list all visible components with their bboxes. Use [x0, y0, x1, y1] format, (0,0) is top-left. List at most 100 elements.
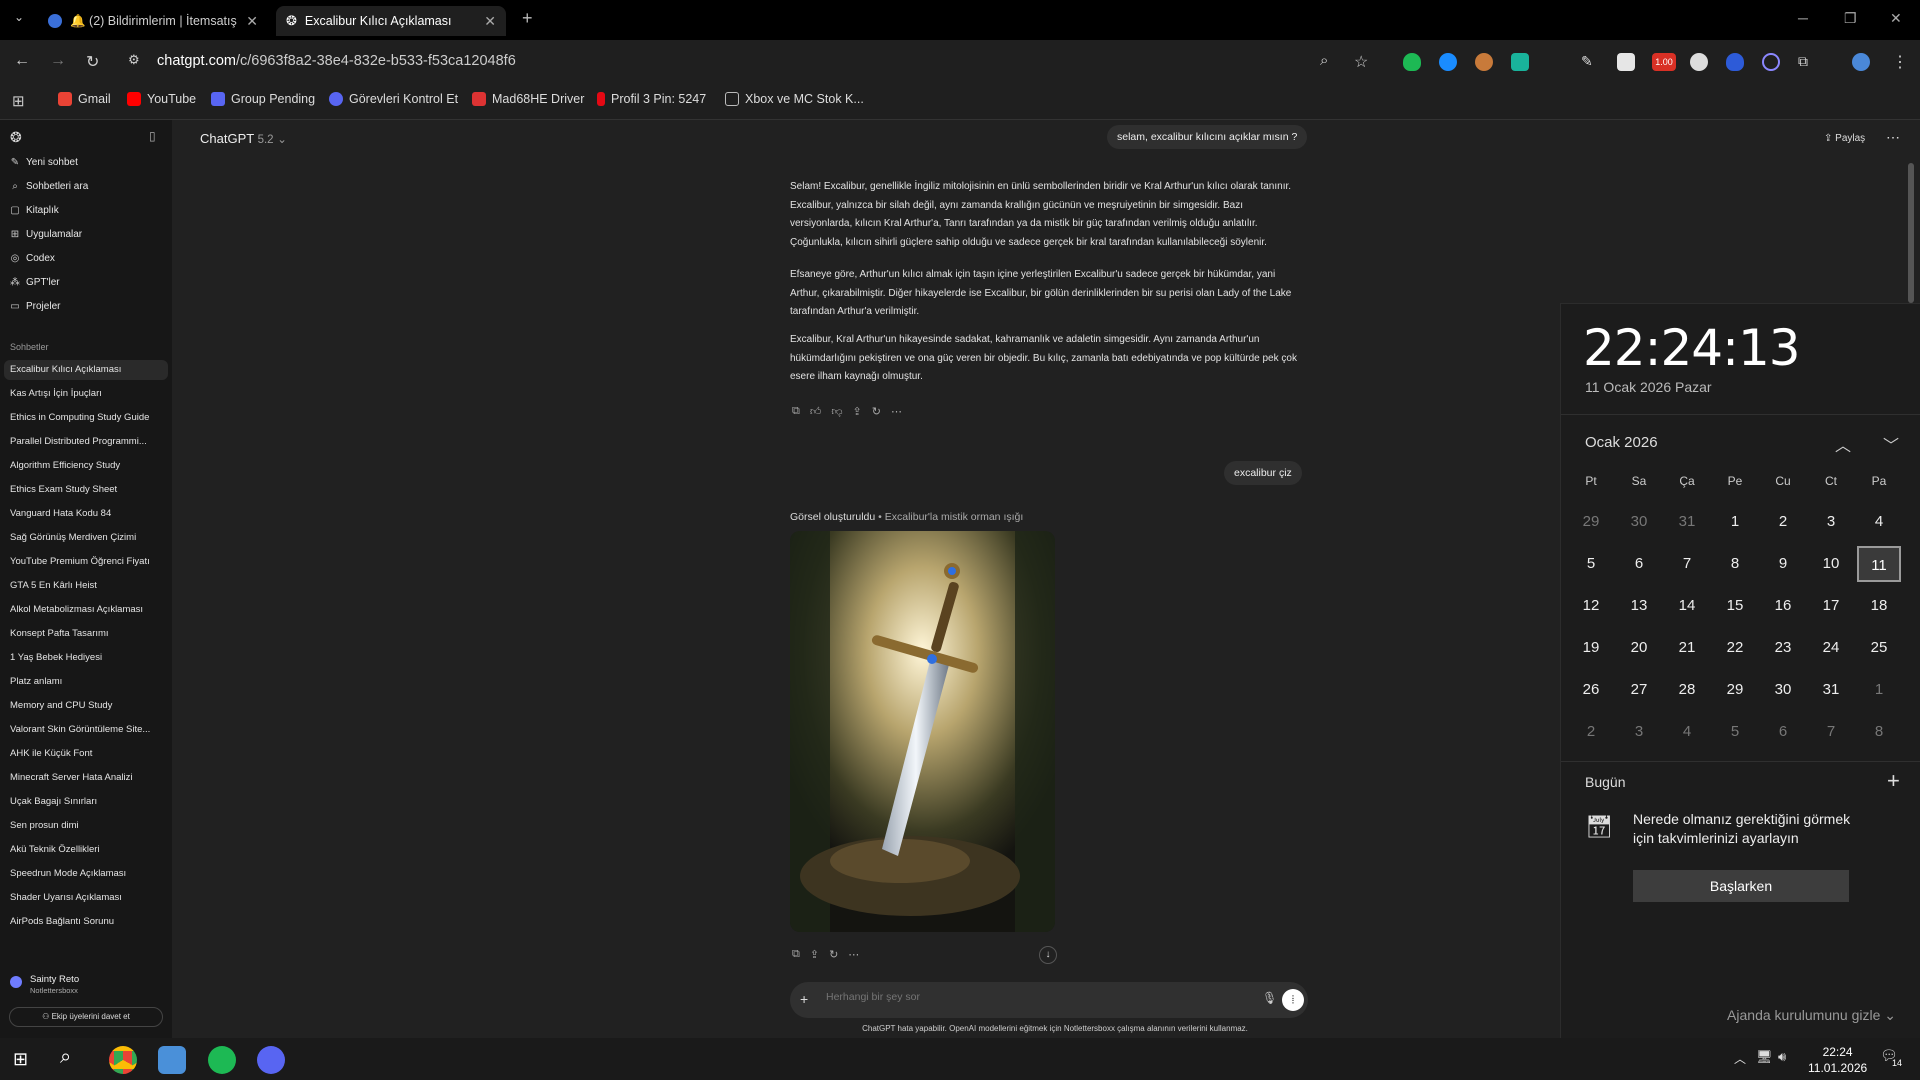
browser-menu-icon[interactable]: ⋮ [1892, 52, 1908, 72]
bookmark-folder-xbox[interactable]: Xbox ve MC Stok K... [725, 92, 864, 106]
chat-history-item[interactable]: Ethics in Computing Study Guide [10, 408, 165, 428]
next-month-chevron-down-icon[interactable]: ﹀ [1883, 432, 1899, 456]
calendar-day[interactable]: 7 [1809, 714, 1853, 750]
tab-itemsatis[interactable]: 🔔 (2) Bildirimlerim | İtemsatış ✕ [38, 6, 268, 36]
calendar-day[interactable]: 12 [1569, 588, 1613, 624]
get-started-button[interactable]: Başlarken [1633, 870, 1849, 902]
spotify-icon[interactable] [208, 1046, 236, 1074]
plus-icon[interactable]: + [800, 991, 808, 1007]
calendar-day[interactable]: 5 [1713, 714, 1757, 750]
calendar-day[interactable]: 27 [1617, 672, 1661, 708]
calendar-day[interactable]: 14 [1665, 588, 1709, 624]
hide-agenda-link[interactable]: Ajanda kurulumunu gizle ⌄ [1727, 1007, 1896, 1024]
microphone-icon[interactable]: 🎙︎ [1262, 991, 1277, 1005]
bookmark-group-pending[interactable]: Group Pending [211, 92, 315, 106]
calendar-day[interactable]: 17 [1809, 588, 1853, 624]
calendar-day[interactable]: 18 [1857, 588, 1901, 624]
close-icon[interactable]: ✕ [484, 13, 496, 30]
calendar-day[interactable]: 20 [1617, 630, 1661, 666]
chat-history-item[interactable]: AHK ile Küçük Font [10, 744, 165, 764]
calendar-day[interactable]: 6 [1617, 546, 1661, 582]
reload-icon[interactable]: ↻ [86, 52, 99, 72]
extensions-puzzle-icon[interactable]: ⧉ [1798, 53, 1816, 71]
chat-history-item[interactable]: GTA 5 En Kârlı Heist [10, 576, 165, 596]
chat-history-item[interactable]: Alkol Metabolizması Açıklaması [10, 600, 165, 620]
calendar-day[interactable]: 26 [1569, 672, 1613, 708]
calendar-day[interactable]: 6 [1761, 714, 1805, 750]
chat-history-item[interactable]: AirPods Bağlantı Sorunu [10, 912, 165, 932]
chat-history-item[interactable]: Speedrun Mode Açıklaması [10, 864, 165, 884]
sidebar-item-new-chat[interactable]: ✎ Yeni sohbet [10, 152, 78, 172]
calendar-day[interactable]: 23 [1761, 630, 1805, 666]
chat-history-item[interactable]: Platz anlamı [10, 672, 165, 692]
calendar-day[interactable]: 7 [1665, 546, 1709, 582]
model-selector[interactable]: ChatGPT 5.2 ⌄ [200, 131, 287, 146]
sidebar-item-apps[interactable]: ⊞ Uygulamalar [10, 224, 82, 244]
tray-chevron-up-icon[interactable]: ︿ [1734, 1050, 1746, 1067]
calendar-day[interactable]: 29 [1713, 672, 1757, 708]
chat-history-item[interactable]: Ethics Exam Study Sheet [10, 480, 165, 500]
sidebar-toggle-icon[interactable]: ▯ [149, 129, 156, 143]
sidebar-item-library[interactable]: ▢ Kitaplık [10, 200, 59, 220]
volume-icon[interactable]: 🔊︎ [1778, 1049, 1786, 1065]
share-icon[interactable]: ⇪ [810, 948, 819, 961]
more-icon[interactable]: ⋯ [891, 405, 902, 418]
calendar-day[interactable]: 4 [1665, 714, 1709, 750]
calendar-day[interactable]: 29 [1569, 504, 1613, 540]
chat-history-item[interactable]: Memory and CPU Study [10, 696, 165, 716]
bookmark-gmail[interactable]: Gmail [58, 92, 111, 106]
calendar-day[interactable]: 2 [1761, 504, 1805, 540]
calendar-day[interactable]: 9 [1761, 546, 1805, 582]
translate-extension-icon[interactable] [1762, 53, 1780, 71]
share-button[interactable]: ⇪ Paylaş [1824, 133, 1865, 144]
calendar-day[interactable]: 10 [1809, 546, 1853, 582]
sidebar-item-projects[interactable]: ▭ Projeler [10, 296, 60, 316]
profile-avatar[interactable] [1852, 53, 1870, 71]
chat-history-item[interactable]: Akü Teknik Özellikleri [10, 840, 165, 860]
discord-icon[interactable] [257, 1046, 285, 1074]
openai-logo-icon[interactable]: ❂ [10, 129, 22, 146]
tab-excalibur[interactable]: ❂ Excalibur Kılıcı Açıklaması ✕ [276, 6, 506, 36]
calendar-day[interactable]: 13 [1617, 588, 1661, 624]
voice-mode-icon[interactable]: ⦙ [1282, 989, 1304, 1011]
chat-history-item[interactable]: Konsept Pafta Tasarımı [10, 624, 165, 644]
window-extension-icon[interactable] [1617, 53, 1635, 71]
tab-search-chevron-icon[interactable]: ⌄ [14, 10, 24, 24]
calendar-day[interactable]: 1 [1713, 504, 1757, 540]
url-field[interactable]: chatgpt.com/c/6963f8a2-38e4-832e-b533-f5… [157, 53, 516, 69]
thumbs-down-icon[interactable]: 👎︎ [831, 405, 842, 418]
more-options-icon[interactable]: ⋯ [1886, 129, 1900, 146]
bookmark-mad68he[interactable]: Mad68HE Driver [472, 92, 584, 106]
add-event-icon[interactable]: + [1887, 768, 1900, 794]
shazam-extension-icon[interactable] [1439, 53, 1457, 71]
calendar-day[interactable]: 16 [1761, 588, 1805, 624]
prev-month-chevron-up-icon[interactable]: ︿ [1835, 432, 1851, 456]
calendar-day[interactable]: 30 [1617, 504, 1661, 540]
calendar-day[interactable]: 4 [1857, 504, 1901, 540]
chrome-icon[interactable] [109, 1046, 137, 1074]
chat-history-item[interactable]: YouTube Premium Öğrenci Fiyatı [10, 552, 165, 572]
search-icon[interactable]: ⌕ [60, 1046, 71, 1069]
app-icon[interactable] [158, 1046, 186, 1074]
sidebar-item-gpts[interactable]: ⁂ GPT'ler [10, 272, 60, 292]
calendar-day[interactable]: 24 [1809, 630, 1853, 666]
sidebar-item-codex[interactable]: ◎ Codex [10, 248, 55, 268]
invite-team-button[interactable]: ⚇ Ekip üyelerini davet et [9, 1007, 163, 1027]
calendar-day[interactable]: 8 [1857, 714, 1901, 750]
chat-history-item[interactable]: Sen prosun dimi [10, 816, 165, 836]
calendar-day[interactable]: 5 [1569, 546, 1613, 582]
eyedropper-extension-icon[interactable]: ✎ [1581, 53, 1599, 71]
restore-icon[interactable]: ❐ [1844, 10, 1857, 27]
more-icon[interactable]: ⋯ [848, 948, 859, 961]
calendar-day[interactable]: 30 [1761, 672, 1805, 708]
calendar-day[interactable]: 3 [1809, 504, 1853, 540]
chat-history-item[interactable]: Excalibur Kılıcı Açıklaması [4, 360, 168, 380]
windows-start-icon[interactable]: ⊞ [13, 1049, 28, 1070]
month-label[interactable]: Ocak 2026 [1585, 434, 1658, 451]
minimize-icon[interactable]: ─ [1798, 10, 1808, 26]
close-window-icon[interactable]: ✕ [1890, 10, 1902, 27]
calendar-day[interactable]: 25 [1857, 630, 1901, 666]
calendar-day[interactable]: 31 [1665, 504, 1709, 540]
scroll-down-icon[interactable]: ↓ [1039, 946, 1057, 964]
site-info-icon[interactable]: ⚙ [128, 52, 140, 68]
